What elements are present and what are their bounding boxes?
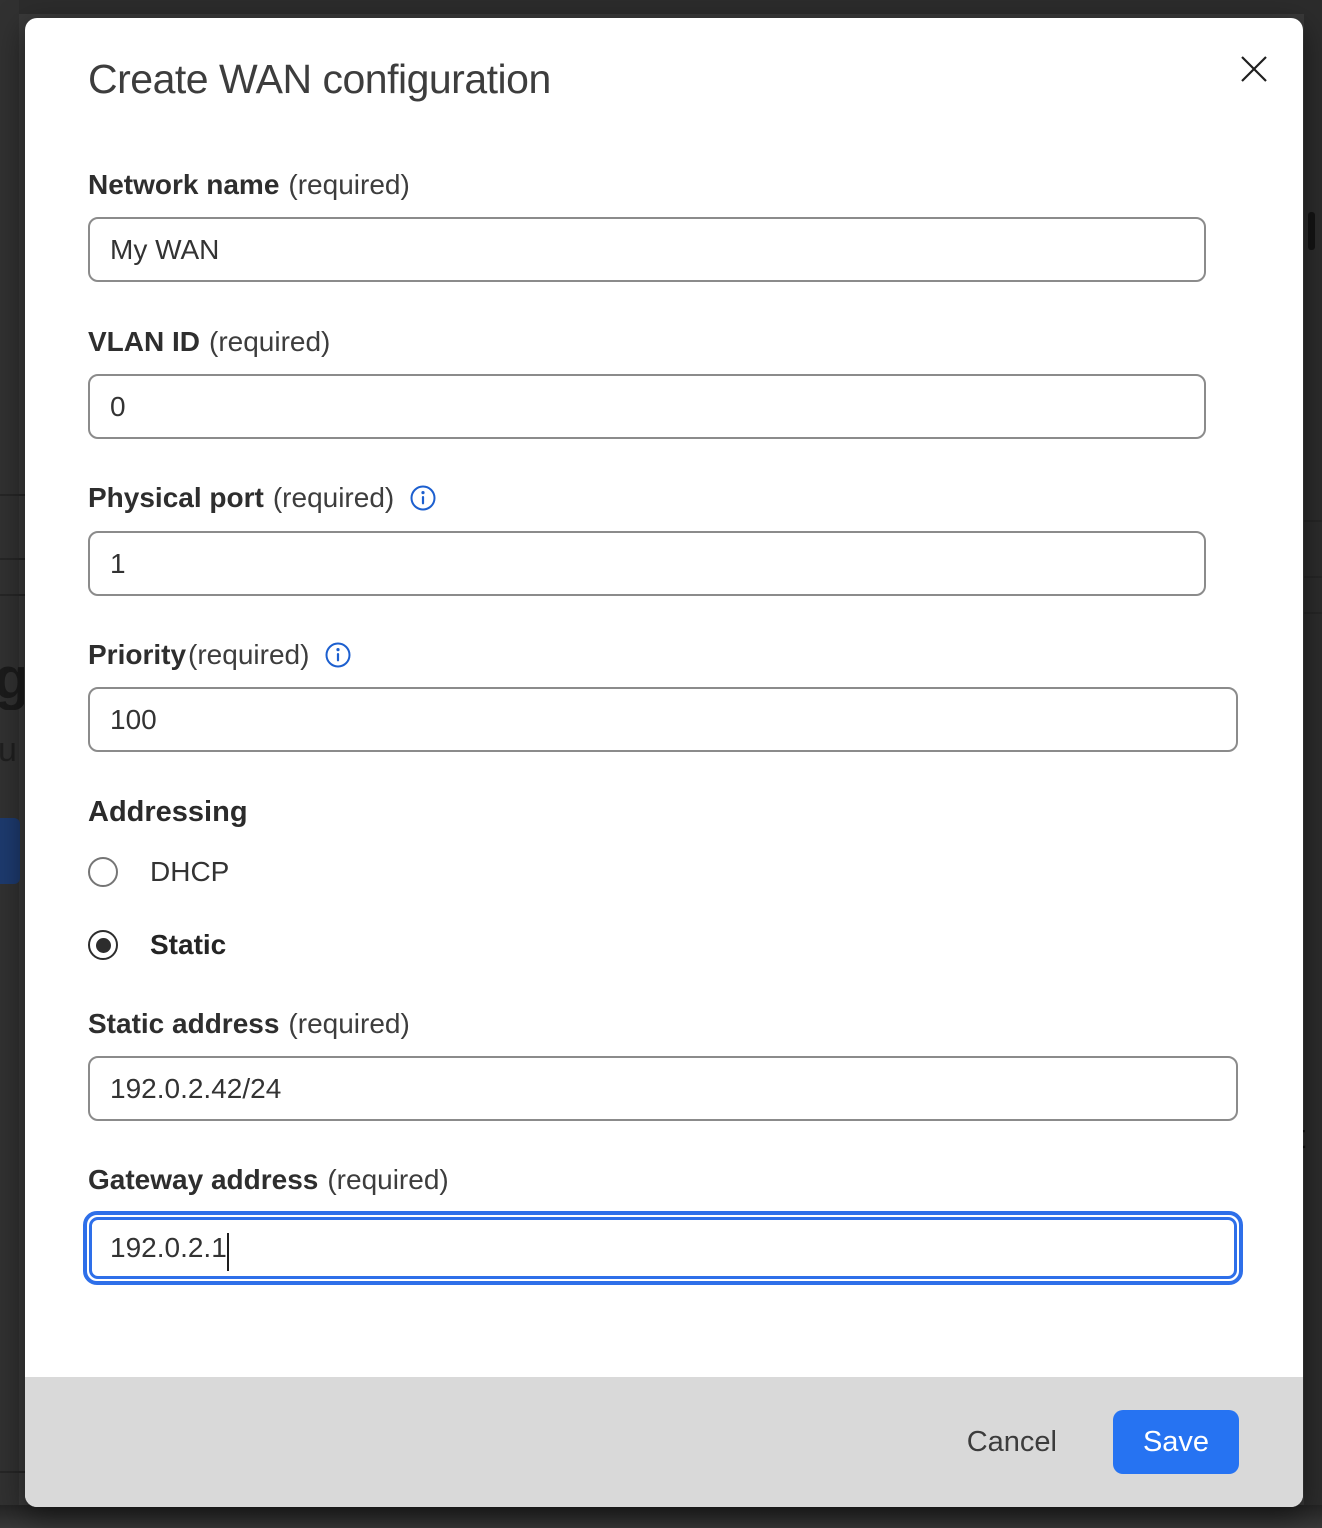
save-button[interactable]: Save	[1113, 1410, 1239, 1474]
radio-option-static[interactable]: Static	[88, 929, 226, 961]
dialog-footer: Cancel Save	[25, 1377, 1303, 1507]
backdrop-edge-top	[0, 0, 1322, 14]
priority-label: Priority (required)	[88, 639, 351, 671]
required-text: (required)	[288, 1008, 409, 1040]
text-cursor	[227, 1233, 229, 1271]
radio-option-dhcp[interactable]: DHCP	[88, 856, 229, 888]
background-text-fragment: g	[0, 650, 24, 710]
network-name-label: Network name (required)	[88, 169, 410, 201]
radio-selected-icon[interactable]	[88, 930, 118, 960]
background-button-fragment	[0, 818, 20, 884]
physical-port-input[interactable]	[88, 531, 1206, 596]
physical-port-label: Physical port (required)	[88, 482, 436, 514]
background-table-line	[1304, 520, 1322, 522]
dialog-title: Create WAN configuration	[88, 56, 551, 103]
cancel-button[interactable]: Cancel	[961, 1416, 1063, 1469]
radio-label: Static	[150, 929, 226, 961]
background-scrollbar-fragment	[1308, 212, 1315, 250]
label-text: Priority	[88, 639, 186, 671]
label-text: Static address	[88, 1008, 279, 1040]
priority-input[interactable]	[88, 687, 1238, 752]
required-text: (required)	[188, 639, 309, 671]
label-text: Network name	[88, 169, 279, 201]
static-address-input[interactable]	[88, 1056, 1238, 1121]
required-text: (required)	[209, 326, 330, 358]
addressing-heading: Addressing	[88, 796, 248, 829]
gateway-address-field-focus-ring	[83, 1211, 1243, 1285]
label-text: Gateway address	[88, 1164, 318, 1196]
vlan-id-input[interactable]	[88, 374, 1206, 439]
label-text: Physical port	[88, 482, 264, 514]
close-icon[interactable]	[1237, 52, 1271, 86]
label-text: VLAN ID	[88, 326, 200, 358]
static-address-label: Static address (required)	[88, 1008, 410, 1040]
background-table-line	[0, 1471, 25, 1473]
background-table-line	[1304, 576, 1322, 578]
gateway-address-label: Gateway address (required)	[88, 1164, 449, 1196]
background-table-line	[0, 558, 25, 560]
backdrop-edge-bottom	[0, 1505, 1322, 1528]
x-glyph	[1238, 53, 1270, 85]
required-text: (required)	[273, 482, 394, 514]
network-name-input[interactable]	[88, 217, 1206, 282]
radio-label: DHCP	[150, 856, 229, 888]
background-text-fragment: u	[0, 733, 16, 769]
radio-unselected-icon[interactable]	[88, 857, 118, 887]
background-table-line	[0, 494, 25, 496]
required-text: (required)	[288, 169, 409, 201]
info-icon[interactable]	[325, 642, 351, 668]
background-table-line	[1304, 612, 1322, 614]
create-wan-configuration-dialog: Create WAN configuration Network name (r…	[25, 18, 1303, 1507]
background-table-line	[0, 594, 25, 596]
radio-dot	[96, 938, 111, 953]
gateway-address-input[interactable]	[89, 1217, 1237, 1279]
required-text: (required)	[327, 1164, 448, 1196]
vlan-id-label: VLAN ID (required)	[88, 326, 330, 358]
info-icon[interactable]	[410, 485, 436, 511]
